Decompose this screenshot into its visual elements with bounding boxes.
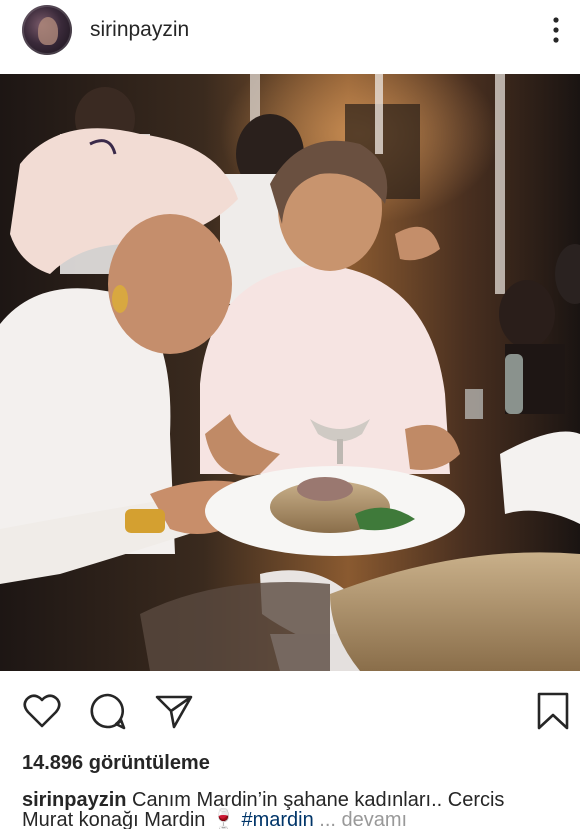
wine-glass-icon: 🍷 [210,809,236,829]
caption-more-link[interactable]: ... devamı [319,809,407,829]
view-count[interactable]: 14.896 görüntüleme [22,752,210,775]
share-icon[interactable] [154,691,194,731]
post-username[interactable]: sirinpayzin [90,18,189,42]
post-photo-scene [0,74,580,671]
post-header: sirinpayzin [0,0,580,74]
post-actions-bar [0,671,580,751]
comment-icon[interactable] [88,691,128,731]
caption-text-continued: Murat konağı Mardin [22,809,206,829]
avatar-ring [22,5,72,55]
caption-hashtag[interactable]: #mardin [241,809,313,829]
post-video[interactable] [0,74,580,671]
bookmark-icon[interactable] [536,691,570,731]
more-vertical-icon[interactable] [546,14,566,48]
heart-icon[interactable] [22,691,62,731]
post-caption: sirinpayzin Canım Mardin’in şahane kadın… [22,787,578,829]
profile-avatar[interactable] [22,5,72,55]
